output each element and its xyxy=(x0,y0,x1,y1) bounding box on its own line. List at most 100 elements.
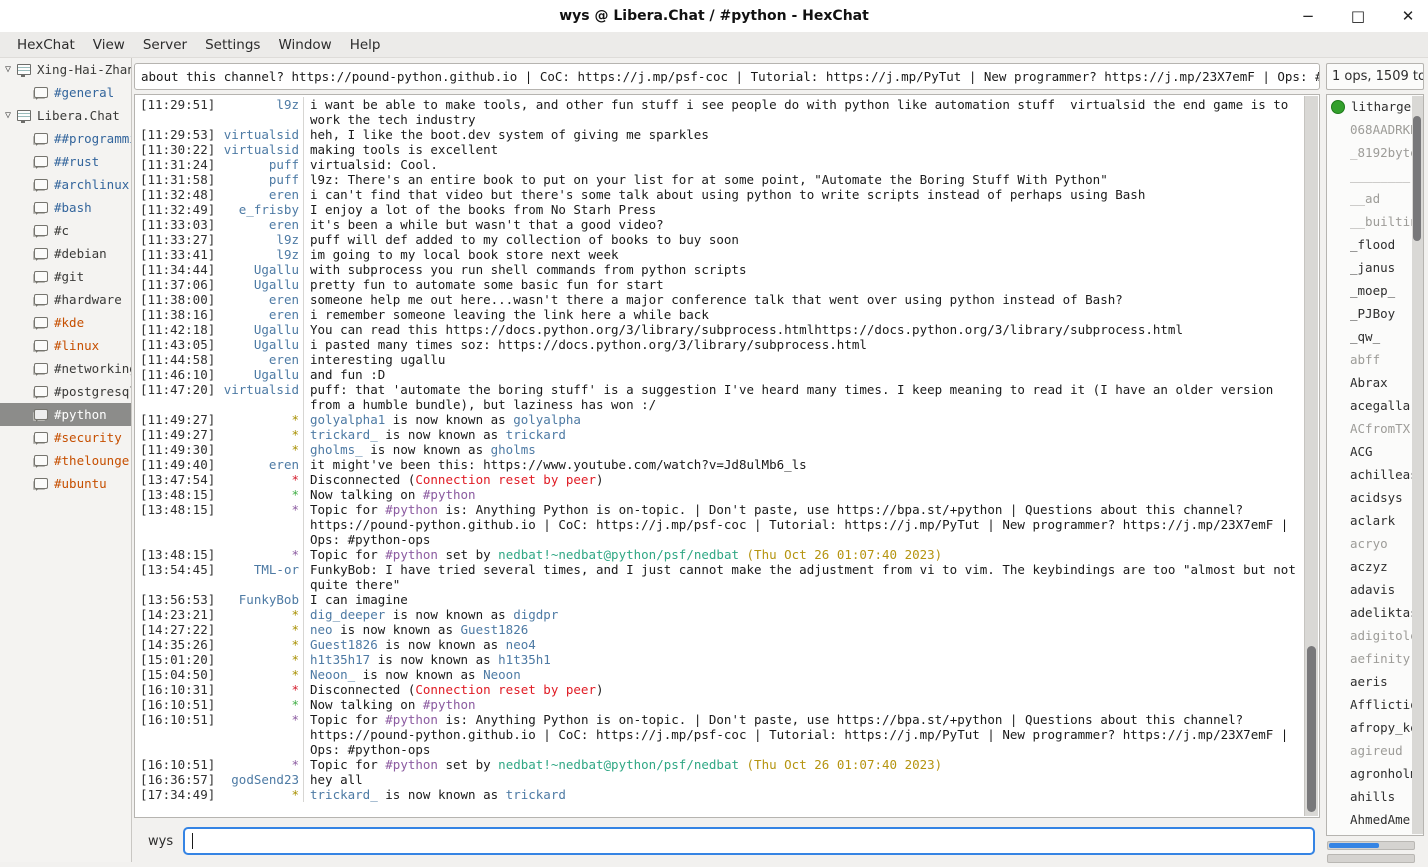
message-input[interactable] xyxy=(183,827,1315,855)
message-text: is: Anything Python is on-topic. | Don't… xyxy=(310,502,1296,547)
tree-channel--python[interactable]: #python xyxy=(0,403,131,426)
userlist-scrollbar-thumb[interactable] xyxy=(1413,116,1421,241)
user-name: _janus xyxy=(1350,260,1395,275)
tree-channel--git[interactable]: #git xyxy=(0,265,131,288)
user-item[interactable]: afropy_ke xyxy=(1327,716,1423,739)
tree-channel--networking[interactable]: #networking xyxy=(0,357,131,380)
message-text-d: (Thu Oct 26 01:07:40 2023) xyxy=(747,757,943,772)
message-text-b: Guest1826 xyxy=(461,622,529,637)
user-item[interactable]: ACG xyxy=(1327,440,1423,463)
user-item[interactable]: ACfromTX xyxy=(1327,417,1423,440)
tree-channel--thelounge[interactable]: #thelounge xyxy=(0,449,131,472)
menu-item-server[interactable]: Server xyxy=(134,34,196,56)
user-item[interactable]: aczyz xyxy=(1327,555,1423,578)
user-item[interactable]: adeliktas xyxy=(1327,601,1423,624)
chat-row: [15:01:20]*h1t35h17 is now known as h1t3… xyxy=(135,652,1303,667)
close-button[interactable]: ✕ xyxy=(1396,7,1420,25)
topic-input[interactable]: about this channel? https://pound-python… xyxy=(134,63,1320,90)
user-item[interactable]: ahills xyxy=(1327,785,1423,808)
maximize-button[interactable]: □ xyxy=(1346,7,1370,25)
expander-icon[interactable]: ▽ xyxy=(5,64,17,75)
menu-item-window[interactable]: Window xyxy=(269,34,340,56)
tree-server-xing-hai-zhan[interactable]: ▽Xing-Hai-Zhan xyxy=(0,58,131,81)
chat-timestamp: [14:27:22] xyxy=(135,622,213,637)
menu-item-hexchat[interactable]: HexChat xyxy=(8,34,84,56)
user-item[interactable]: acidsys xyxy=(1327,486,1423,509)
chat-message: virtualsid: Cool. xyxy=(303,157,1303,172)
user-item[interactable]: _flood xyxy=(1327,233,1423,256)
tree-channel--debian[interactable]: #debian xyxy=(0,242,131,265)
message-text: l9z: There's an entire book to put on yo… xyxy=(310,172,1108,187)
chat-scrollbar-thumb[interactable] xyxy=(1307,646,1316,812)
user-item[interactable]: abff xyxy=(1327,348,1423,371)
user-item[interactable]: adavis xyxy=(1327,578,1423,601)
user-name: _moep_ xyxy=(1350,283,1395,298)
user-item[interactable]: agireud xyxy=(1327,739,1423,762)
user-name: ahills xyxy=(1350,789,1395,804)
user-item[interactable]: acegalla- xyxy=(1327,394,1423,417)
tree-channel--archlinux[interactable]: #archlinux xyxy=(0,173,131,196)
userlist-scrollbar[interactable] xyxy=(1412,96,1423,834)
tree-item-label: #networking xyxy=(54,361,131,376)
user-item[interactable]: _8192byte xyxy=(1327,141,1423,164)
chat-row: [16:10:51]*Now talking on #python xyxy=(135,697,1303,712)
user-item[interactable]: adigitole xyxy=(1327,624,1423,647)
user-item[interactable]: AhmedAmer xyxy=(1327,808,1423,831)
user-item[interactable]: __ad xyxy=(1327,187,1423,210)
tree-channel--programming[interactable]: ##programming xyxy=(0,127,131,150)
user-item[interactable]: aclark xyxy=(1327,509,1423,532)
tree-channel--security[interactable]: #security xyxy=(0,426,131,449)
tree-channel--hardware[interactable]: #hardware xyxy=(0,288,131,311)
user-item[interactable]: litharge xyxy=(1327,95,1423,118)
user-item[interactable]: Abrax xyxy=(1327,371,1423,394)
tree-channel--bash[interactable]: #bash xyxy=(0,196,131,219)
tree-channel--rust[interactable]: ##rust xyxy=(0,150,131,173)
user-item[interactable]: _moep_ xyxy=(1327,279,1423,302)
chat-scrollbar[interactable] xyxy=(1304,96,1318,816)
window-title: wys @ Libera.Chat / #python - HexChat xyxy=(559,8,869,24)
chat-message: neo is now known as Guest1826 xyxy=(303,622,1303,637)
user-item[interactable]: Afflictio xyxy=(1327,693,1423,716)
chat-nick: Ugallu xyxy=(213,262,299,277)
chat-nick: * xyxy=(213,547,299,562)
message-text: im going to my local book store next wee… xyxy=(310,247,619,262)
user-item[interactable]: aeris xyxy=(1327,670,1423,693)
user-item[interactable]: agronholm xyxy=(1327,762,1423,785)
chat-timestamp: [11:38:00] xyxy=(135,292,213,307)
expander-icon[interactable]: ▽ xyxy=(5,110,17,121)
chat-row: [14:27:22]*neo is now known as Guest1826 xyxy=(135,622,1303,637)
user-item[interactable]: _qw_ xyxy=(1327,325,1423,348)
user-item[interactable]: acryo xyxy=(1327,532,1423,555)
tree-channel--kde[interactable]: #kde xyxy=(0,311,131,334)
server-icon xyxy=(17,110,31,121)
menu-item-view[interactable]: View xyxy=(84,34,134,56)
chat-message: interesting ugallu xyxy=(303,352,1303,367)
tree-channel--ubuntu[interactable]: #ubuntu xyxy=(0,472,131,495)
tree-channel--general[interactable]: #general xyxy=(0,81,131,104)
chat-area[interactable]: [11:29:51]l9zi want be able to make tool… xyxy=(134,94,1320,818)
chat-row: [11:49:30]*gholms_ is now known as gholm… xyxy=(135,442,1303,457)
minimize-button[interactable]: − xyxy=(1296,7,1320,25)
user-item[interactable]: achilleas xyxy=(1327,463,1423,486)
lag-meter-fill xyxy=(1329,843,1379,848)
message-text-p: #python xyxy=(385,547,438,562)
user-item[interactable]: ________ xyxy=(1327,164,1423,187)
tree-channel--c[interactable]: #c xyxy=(0,219,131,242)
tree-item-label: #security xyxy=(54,430,122,445)
user-item[interactable]: _janus xyxy=(1327,256,1423,279)
chat-timestamp: [16:36:57] xyxy=(135,772,213,787)
menu-item-settings[interactable]: Settings xyxy=(196,34,269,56)
user-item[interactable]: __builtin xyxy=(1327,210,1423,233)
nick-label[interactable]: wys xyxy=(148,834,173,849)
menu-item-help[interactable]: Help xyxy=(341,34,390,56)
tree-channel--linux[interactable]: #linux xyxy=(0,334,131,357)
message-text: i can't find that video but there's some… xyxy=(310,187,1145,202)
tree-channel--postgresql[interactable]: #postgresql xyxy=(0,380,131,403)
chat-row: [13:48:15]*Topic for #python set by nedb… xyxy=(135,547,1303,562)
user-item[interactable]: _PJBoy xyxy=(1327,302,1423,325)
chat-row: [13:47:54]*Disconnected (Connection rese… xyxy=(135,472,1303,487)
tree-server-libera-chat[interactable]: ▽Libera.Chat xyxy=(0,104,131,127)
chat-row: [11:31:24]puffvirtualsid: Cool. xyxy=(135,157,1303,172)
user-item[interactable]: 068AADRKN xyxy=(1327,118,1423,141)
user-item[interactable]: aefinity xyxy=(1327,647,1423,670)
